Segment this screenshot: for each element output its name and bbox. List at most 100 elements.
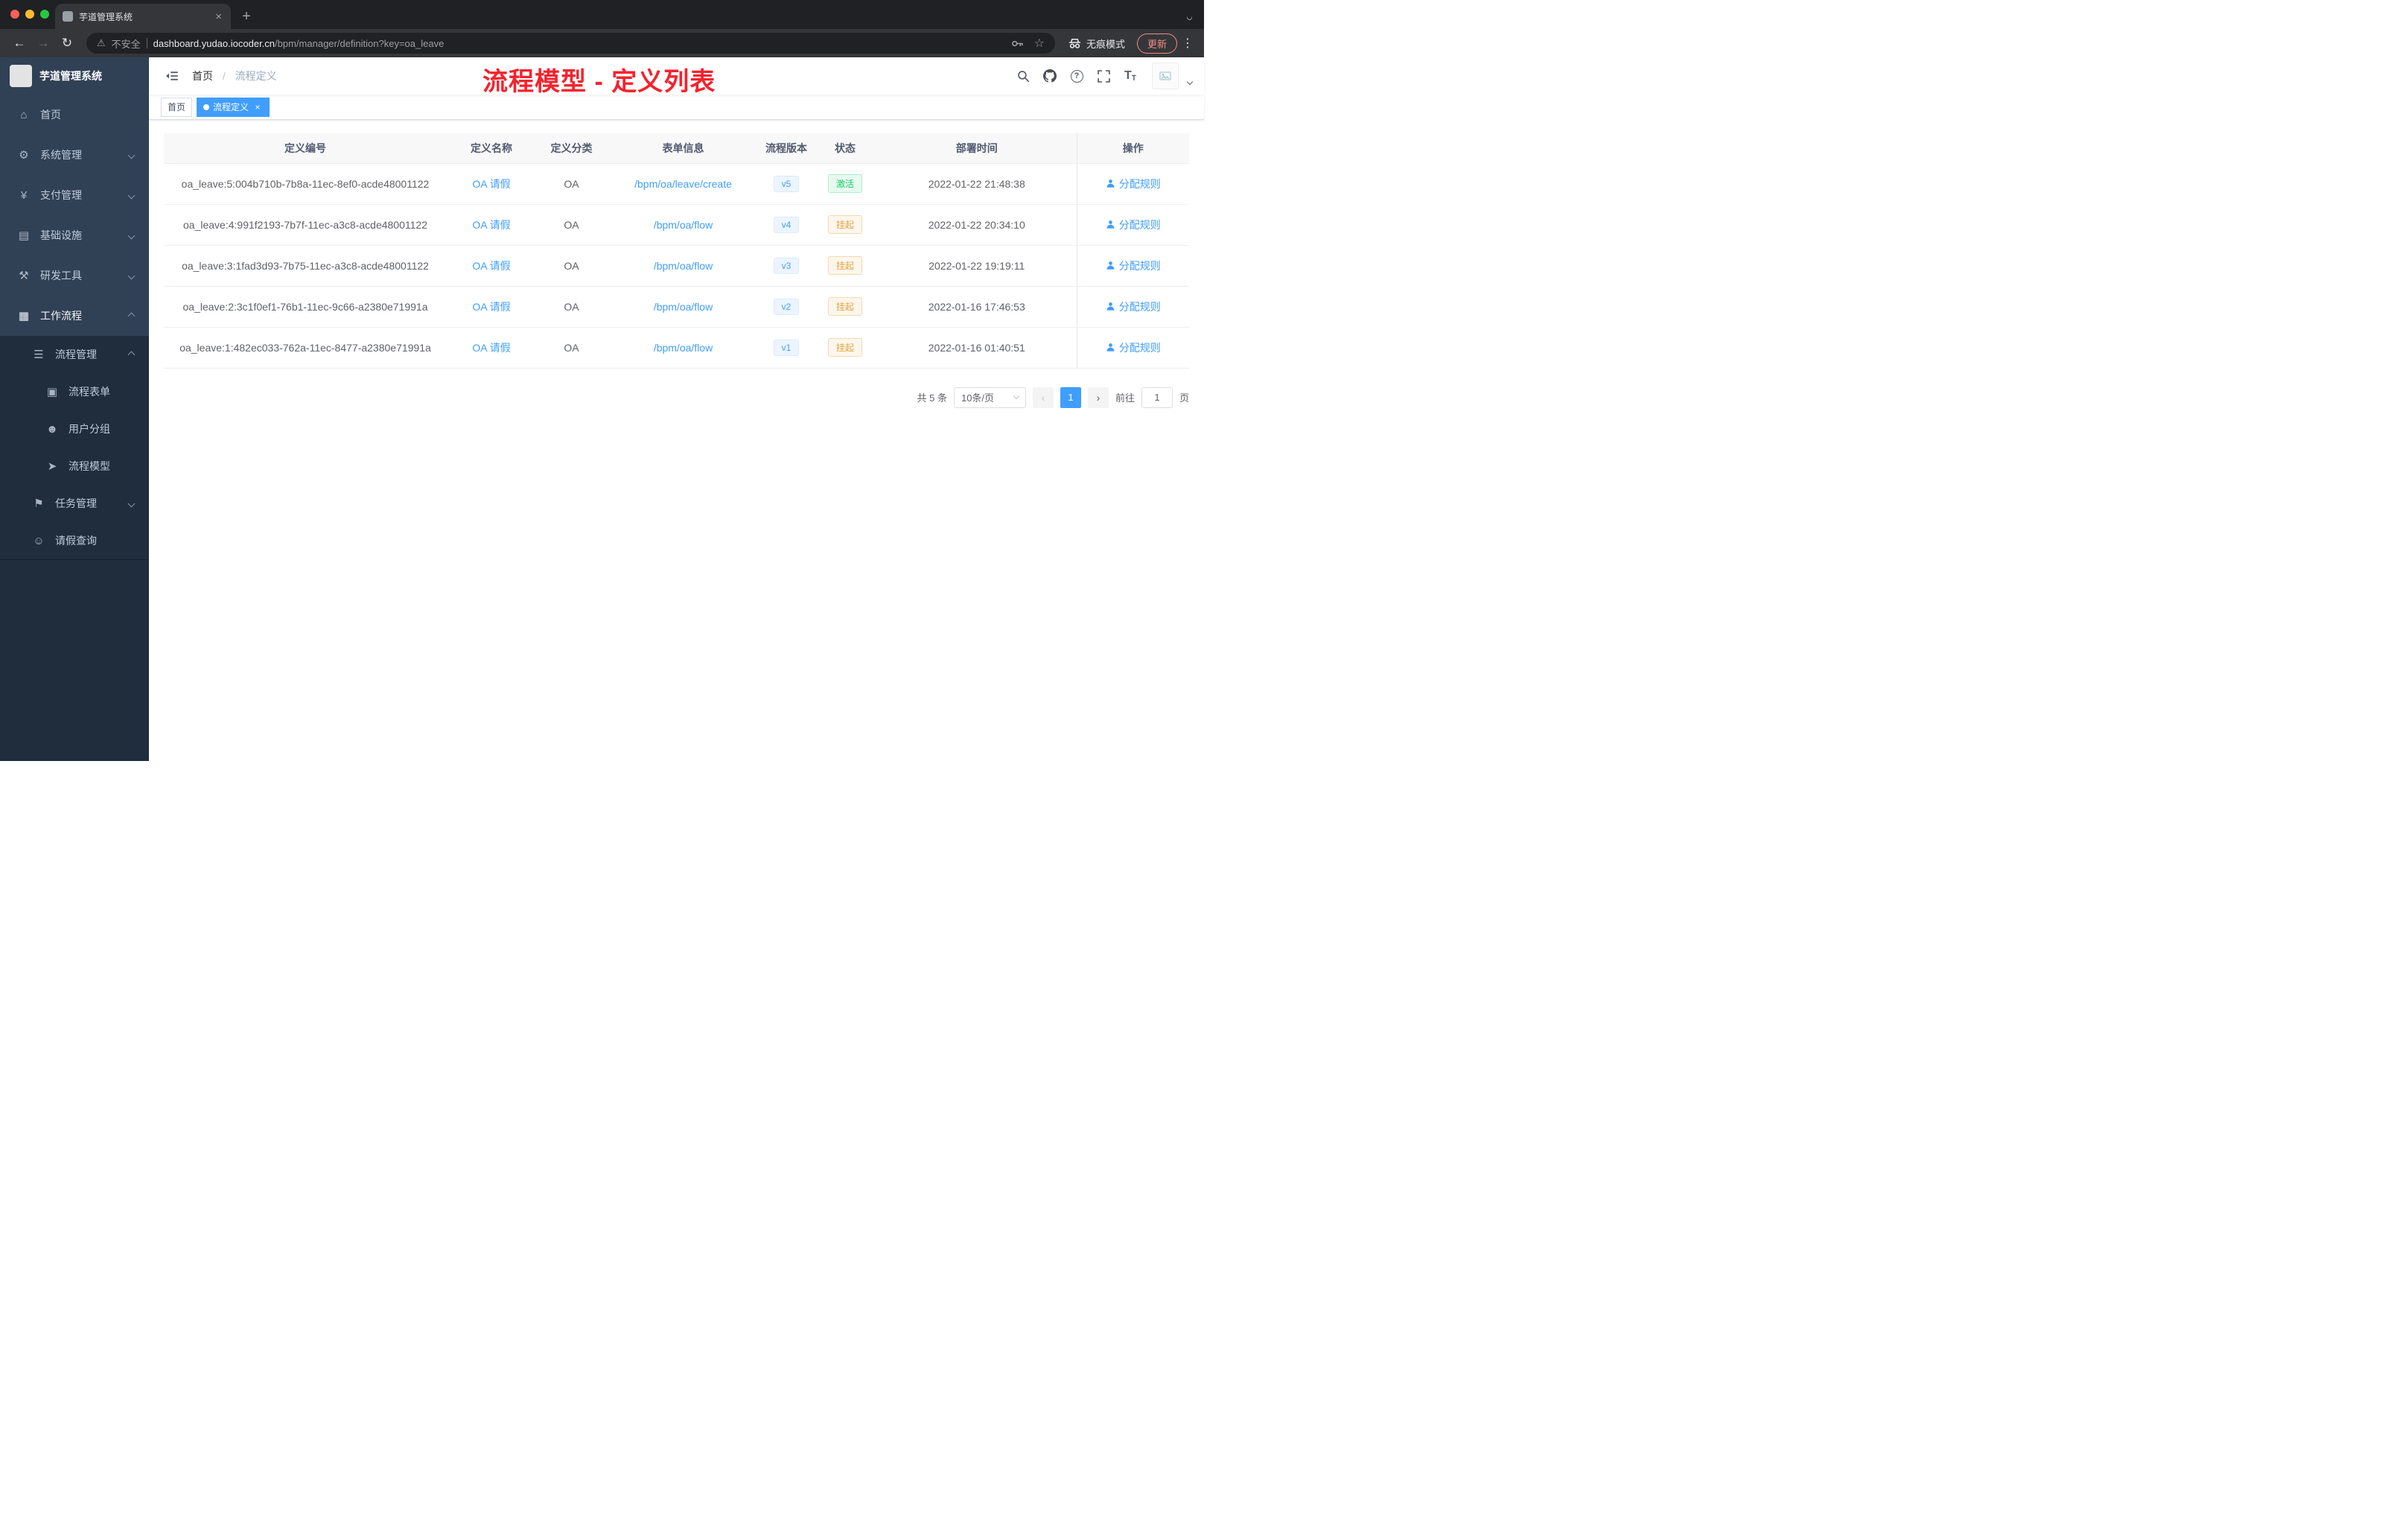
cell-definition-id: oa_leave:1:482ec033-762a-11ec-8477-a2380… [164, 327, 447, 369]
fullscreen-icon [1097, 69, 1110, 83]
table-row: oa_leave:2:3c1f0ef1-76b1-11ec-9c66-a2380… [164, 286, 1189, 328]
tab-search-button[interactable] [1185, 10, 1194, 24]
briefcase-icon: ▦ [18, 310, 30, 322]
status-badge: 挂起 [827, 256, 862, 275]
update-button[interactable]: 更新 [1136, 33, 1177, 54]
sidebar-item-process-form[interactable]: ▣ 流程表单 [0, 373, 149, 410]
app-logo[interactable]: 芋道管理系统 [0, 57, 149, 95]
sidebar-item-process-management[interactable]: ☰ 流程管理 [0, 336, 149, 373]
definition-name-link[interactable]: OA 请假 [472, 260, 510, 272]
browser-tab[interactable]: 芋道管理系统 × [55, 4, 231, 29]
status-badge: 激活 [827, 174, 862, 193]
jump-prefix: 前往 [1115, 392, 1135, 404]
sidebar-item-infrastructure[interactable]: ▤ 基础设施 [0, 215, 149, 255]
form-link[interactable]: /bpm/oa/leave/create [634, 178, 732, 190]
chevron-down-icon [127, 272, 136, 279]
assign-rule-link[interactable]: 分配规则 [1106, 217, 1161, 232]
forward-button[interactable]: → [33, 33, 54, 54]
tag-process-definition[interactable]: 流程定义 × [197, 97, 270, 117]
assign-rule-link[interactable]: 分配规则 [1106, 340, 1161, 355]
zoom-window-button[interactable] [40, 10, 49, 19]
person-icon: ☺ [33, 534, 45, 547]
window-controls [10, 10, 49, 19]
col-definition-category: 定义分类 [536, 133, 607, 164]
new-tab-button[interactable]: + [237, 8, 256, 25]
search-icon [1017, 70, 1029, 82]
avatar-menu-button[interactable] [1186, 74, 1194, 88]
next-page-button[interactable]: › [1087, 386, 1109, 408]
cell-definition-id: oa_leave:5:004b710b-7b8a-11ec-8ef0-acde4… [164, 163, 447, 205]
prev-page-button[interactable]: ‹ [1032, 386, 1054, 408]
form-link[interactable]: /bpm/oa/flow [654, 342, 713, 354]
github-icon [1043, 69, 1057, 83]
form-link[interactable]: /bpm/oa/flow [654, 301, 713, 313]
browser-menu-icon[interactable]: ⋮ [1180, 36, 1195, 51]
breadcrumb-home[interactable]: 首页 [192, 70, 213, 82]
tag-close-icon[interactable]: × [252, 102, 263, 112]
chevron-down-icon [127, 151, 136, 159]
sidebar-item-leave-query[interactable]: ☺ 请假查询 [0, 522, 149, 559]
sidebar-item-devtools[interactable]: ⚒ 研发工具 [0, 255, 149, 296]
page-jump-input[interactable] [1141, 386, 1173, 408]
address-bar[interactable]: ⚠ 不安全 dashboard.yudao.iocoder.cn/bpm/man… [86, 33, 1055, 54]
assign-rule-link[interactable]: 分配规则 [1106, 258, 1161, 273]
jump-suffix: 页 [1179, 392, 1189, 404]
minimize-window-button[interactable] [25, 10, 34, 19]
sidebar-item-user-group[interactable]: ☻ 用户分组 [0, 410, 149, 448]
sidebar-item-home[interactable]: ⌂ 首页 [0, 95, 149, 135]
breadcrumb: 首页 / 流程定义 [192, 69, 277, 83]
chevron-up-icon [127, 351, 136, 358]
cell-deploy-time: 2022-01-22 21:48:38 [877, 163, 1077, 205]
user-icon [1106, 179, 1115, 188]
breadcrumb-current: 流程定义 [235, 70, 277, 82]
version-tag: v3 [773, 257, 800, 274]
warning-icon: ⚠ [97, 37, 106, 48]
sidebar-item-system[interactable]: ⚙ 系统管理 [0, 135, 149, 175]
tools-icon: ⚒ [19, 270, 29, 282]
key-icon[interactable] [1011, 37, 1024, 50]
assign-rule-link[interactable]: 分配规则 [1106, 299, 1161, 314]
definition-name-link[interactable]: OA 请假 [472, 178, 510, 190]
page-1-button[interactable]: 1 [1060, 386, 1081, 408]
avatar[interactable] [1152, 63, 1179, 89]
definition-name-link[interactable]: OA 请假 [472, 219, 510, 231]
form-link[interactable]: /bpm/oa/flow [654, 260, 713, 272]
back-button[interactable]: ← [9, 33, 30, 54]
sidebar-item-payment[interactable]: ¥ 支付管理 [0, 175, 149, 215]
fullscreen-button[interactable] [1092, 63, 1115, 89]
close-window-button[interactable] [10, 10, 19, 19]
sidebar-item-workflow[interactable]: ▦ 工作流程 [0, 296, 149, 336]
col-actions: 操作 [1076, 133, 1189, 164]
cell-definition-id: oa_leave:2:3c1f0ef1-76b1-11ec-9c66-a2380… [164, 286, 447, 328]
list-icon: ☰ [34, 348, 44, 361]
help-button[interactable]: ? [1066, 63, 1088, 89]
font-size-button[interactable]: TT [1119, 63, 1141, 89]
col-status: 状态 [813, 133, 877, 164]
sidebar-item-process-model[interactable]: ➤ 流程模型 [0, 448, 149, 485]
chevron-down-icon [127, 500, 136, 507]
sidebar-toggle-button[interactable] [161, 65, 183, 87]
bookmark-star-icon[interactable]: ☆ [1034, 36, 1045, 51]
main-area: 首页 / 流程定义 ? TT 首页 流程定义 × 定义编号 定义名称 定义分类 … [149, 57, 1204, 761]
chevron-down-icon [1185, 13, 1194, 22]
github-button[interactable] [1039, 63, 1061, 89]
definition-name-link[interactable]: OA 请假 [472, 301, 510, 313]
url-text: dashboard.yudao.iocoder.cn/bpm/manager/d… [153, 37, 445, 49]
security-label[interactable]: 不安全 [112, 36, 141, 51]
incognito-label: 无痕模式 [1086, 38, 1125, 50]
search-button[interactable] [1012, 63, 1034, 89]
assign-rule-link[interactable]: 分配规则 [1106, 176, 1161, 191]
version-tag: v4 [773, 216, 800, 233]
reload-button[interactable]: ↻ [57, 33, 77, 54]
form-link[interactable]: /bpm/oa/flow [654, 219, 713, 231]
definition-name-link[interactable]: OA 请假 [472, 342, 510, 354]
status-badge: 挂起 [827, 338, 862, 357]
chevron-down-icon [127, 232, 136, 239]
page-size-select[interactable]: 10条/页 [953, 386, 1026, 408]
sidebar-item-task-management[interactable]: ⚑ 任务管理 [0, 485, 149, 522]
broken-image-icon [1159, 71, 1171, 80]
tag-home[interactable]: 首页 [161, 97, 193, 117]
tab-close-icon[interactable]: × [214, 10, 223, 23]
cell-category: OA [536, 327, 607, 369]
workflow-submenu: ☰ 流程管理 ▣ 流程表单 ☻ 用户分组 ➤ 流程模型 ⚑ 任务管理 ☺ 请假查… [0, 336, 149, 559]
